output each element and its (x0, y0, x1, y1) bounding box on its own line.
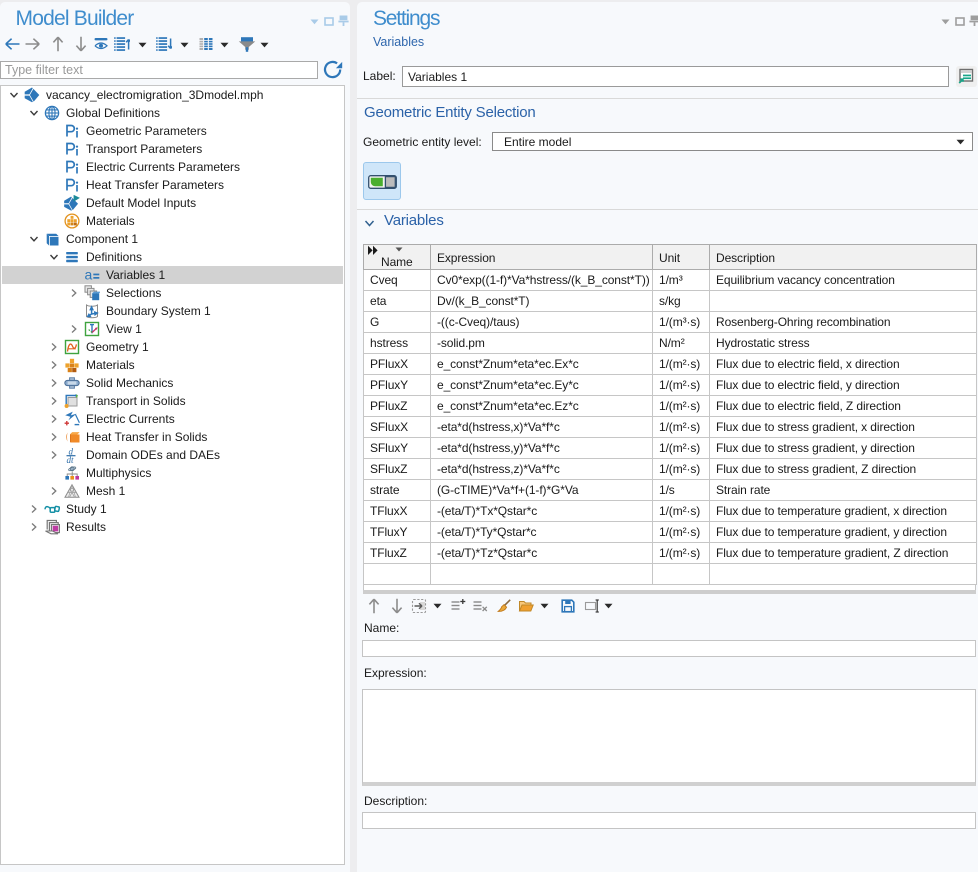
svg-text:a: a (85, 267, 93, 283)
